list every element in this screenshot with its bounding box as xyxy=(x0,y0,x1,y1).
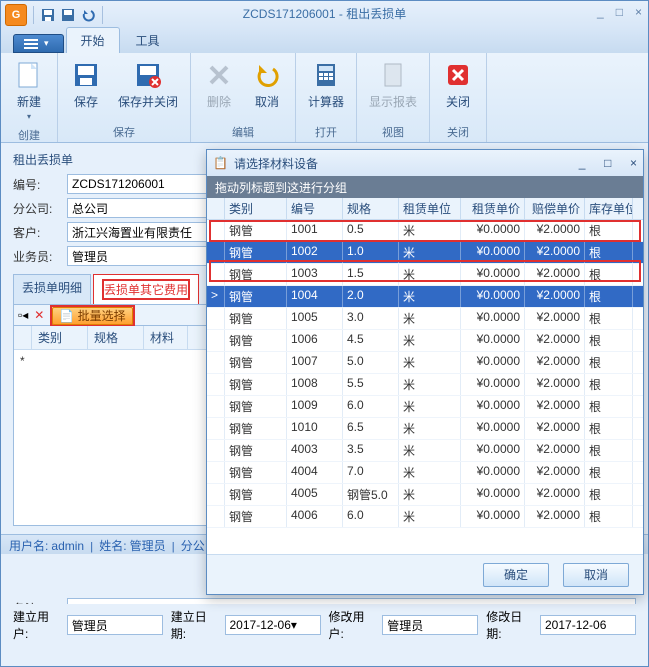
app-menu-button[interactable]: G xyxy=(5,4,27,26)
table-row[interactable]: 钢管4005钢管5.0米¥0.0000¥2.0000根 xyxy=(207,484,643,506)
table-row[interactable]: 钢管10075.0米¥0.0000¥2.0000根 xyxy=(207,352,643,374)
grid-header: 类别 编号 规格 租赁单位 租赁单价 赔偿单价 库存单位 xyxy=(207,198,643,220)
staff-field[interactable]: 管理员 xyxy=(67,246,215,266)
code-field[interactable]: ZCDS171206001 xyxy=(67,174,215,194)
save-button[interactable]: 保存 xyxy=(64,55,108,114)
dialog-titlebar[interactable]: 📋 请选择材料设备 _ □ × xyxy=(207,150,643,176)
material-grid[interactable]: 类别 编号 规格 租赁单位 租赁单价 赔偿单价 库存单位 钢管10010.5米¥… xyxy=(207,198,643,554)
table-row[interactable]: 钢管10106.5米¥0.0000¥2.0000根 xyxy=(207,418,643,440)
col-code[interactable]: 编号 xyxy=(287,198,343,219)
material-picker-dialog: 📋 请选择材料设备 _ □ × 拖动列标题到这进行分组 类别 编号 规格 租赁单… xyxy=(206,149,644,595)
table-row[interactable]: 钢管10021.0米¥0.0000¥2.0000根 xyxy=(207,242,643,264)
dialog-buttons: 确定 取消 xyxy=(207,554,643,594)
delete-icon xyxy=(203,59,235,91)
remove-row-icon[interactable]: ✕ xyxy=(34,308,44,322)
delete-button: 删除 xyxy=(197,55,241,114)
report-icon xyxy=(377,59,409,91)
mdate-field[interactable]: 2017-12-06 xyxy=(540,615,636,635)
dialog-minimize-button[interactable]: _ xyxy=(579,156,586,170)
modifier-label: 修改用户: xyxy=(329,608,375,642)
batch-select-button[interactable]: 📄 批量选择 xyxy=(52,307,132,325)
cdate-label: 建立日期: xyxy=(171,608,217,642)
report-button: 显示报表 xyxy=(363,55,423,114)
col-comp-price[interactable]: 赔偿单价 xyxy=(525,198,585,219)
creator-field[interactable]: 管理员 xyxy=(67,615,163,635)
branch-field[interactable]: 总公司 xyxy=(67,198,215,218)
close-button[interactable]: × xyxy=(635,5,642,19)
undo-icon[interactable] xyxy=(80,7,96,23)
save-close-button[interactable]: 保存并关闭 xyxy=(112,55,184,114)
table-row[interactable]: >钢管10042.0米¥0.0000¥2.0000根 xyxy=(207,286,643,308)
col-spec[interactable]: 规格 xyxy=(343,198,399,219)
maximize-button[interactable]: □ xyxy=(616,5,623,19)
calculator-icon xyxy=(310,59,342,91)
modifier-field[interactable]: 管理员 xyxy=(382,615,478,635)
customer-label: 客户: xyxy=(13,224,59,241)
group-panel[interactable]: 拖动列标题到这进行分组 xyxy=(207,176,643,198)
col-spec[interactable]: 规格 xyxy=(88,326,144,349)
cdate-field[interactable]: 2017-12-06 ▾ xyxy=(225,615,321,635)
group-open: 计算器 打开 xyxy=(296,53,357,142)
group-view: 显示报表 视图 xyxy=(357,53,430,142)
col-material[interactable]: 材料 xyxy=(144,326,188,349)
col-rent-unit[interactable]: 租赁单位 xyxy=(399,198,461,219)
main-window: G ZCDS171206001 - 租出丢损单 _ □ × ▾ 开始 工具 xyxy=(0,0,649,667)
tab-other-fee[interactable]: 丢损单其它费用 xyxy=(93,274,199,304)
file-menu[interactable]: ▾ xyxy=(13,34,64,53)
table-row[interactable]: 钢管40047.0米¥0.0000¥2.0000根 xyxy=(207,462,643,484)
ok-button[interactable]: 确定 xyxy=(483,563,549,587)
customer-field[interactable]: 浙江兴海置业有限责任 xyxy=(67,222,215,242)
save-close-icon[interactable] xyxy=(60,7,76,23)
save-icon xyxy=(70,59,102,91)
col-inv-unit[interactable]: 库存单位 xyxy=(585,198,633,219)
chevron-down-icon: ▾ xyxy=(27,112,31,121)
new-button[interactable]: 新建 ▾ xyxy=(7,55,51,125)
creator-label: 建立用户: xyxy=(13,608,59,642)
staff-label: 业务员: xyxy=(13,248,59,265)
close-doc-button[interactable]: 关闭 xyxy=(436,55,480,114)
audit-row: 建立用户: 管理员 建立日期: 2017-12-06 ▾ 修改用户: 管理员 修… xyxy=(1,604,648,646)
dialog-maximize-button[interactable]: □ xyxy=(604,156,611,170)
table-row[interactable]: 钢管10085.5米¥0.0000¥2.0000根 xyxy=(207,374,643,396)
undo-icon xyxy=(251,59,283,91)
add-row-icon[interactable]: ▫◂ xyxy=(18,308,28,322)
col-category[interactable]: 类别 xyxy=(225,198,287,219)
table-row[interactable]: 钢管10010.5米¥0.0000¥2.0000根 xyxy=(207,220,643,242)
table-row[interactable]: 钢管10096.0米¥0.0000¥2.0000根 xyxy=(207,396,643,418)
minimize-button[interactable]: _ xyxy=(597,5,604,19)
new-icon xyxy=(13,59,45,91)
group-save: 保存 保存并关闭 保存 xyxy=(58,53,191,142)
menu-icon xyxy=(24,39,38,49)
ribbon-tabs: ▾ 开始 工具 xyxy=(1,29,648,53)
group-close: 关闭 关闭 xyxy=(430,53,487,142)
tab-start[interactable]: 开始 xyxy=(66,27,120,53)
code-label: 编号: xyxy=(13,176,59,193)
table-row[interactable]: 钢管10031.5米¥0.0000¥2.0000根 xyxy=(207,264,643,286)
dialog-icon: 📋 xyxy=(213,156,228,170)
calculator-button[interactable]: 计算器 xyxy=(302,55,350,114)
branch-label: 分公司: xyxy=(13,200,59,217)
save-icon[interactable] xyxy=(40,7,56,23)
tab-detail[interactable]: 丢损单明细 xyxy=(13,274,91,304)
cancel-button[interactable]: 取消 xyxy=(245,55,289,114)
close-icon xyxy=(442,59,474,91)
table-row[interactable]: 钢管10064.5米¥0.0000¥2.0000根 xyxy=(207,330,643,352)
quick-access-toolbar: G ZCDS171206001 - 租出丢损单 _ □ × xyxy=(1,1,648,29)
col-rent-price[interactable]: 租赁单价 xyxy=(461,198,525,219)
cancel-button[interactable]: 取消 xyxy=(563,563,629,587)
window-title: ZCDS171206001 - 租出丢损单 xyxy=(1,5,648,22)
table-row[interactable]: 钢管40066.0米¥0.0000¥2.0000根 xyxy=(207,506,643,528)
save-close-icon xyxy=(132,59,164,91)
table-row[interactable]: 钢管40033.5米¥0.0000¥2.0000根 xyxy=(207,440,643,462)
dialog-title-text: 请选择材料设备 xyxy=(234,155,318,172)
group-create: 新建 ▾ 创建 xyxy=(1,53,58,142)
table-row[interactable]: 钢管10053.0米¥0.0000¥2.0000根 xyxy=(207,308,643,330)
mdate-label: 修改日期: xyxy=(486,608,532,642)
chevron-down-icon: ▾ xyxy=(44,38,49,49)
group-edit: 删除 取消 编辑 xyxy=(191,53,296,142)
dialog-close-button[interactable]: × xyxy=(630,156,637,170)
tab-tools[interactable]: 工具 xyxy=(122,28,174,53)
ribbon: 新建 ▾ 创建 保存 保存并关闭 保存 xyxy=(1,53,648,143)
col-category[interactable]: 类别 xyxy=(32,326,88,349)
